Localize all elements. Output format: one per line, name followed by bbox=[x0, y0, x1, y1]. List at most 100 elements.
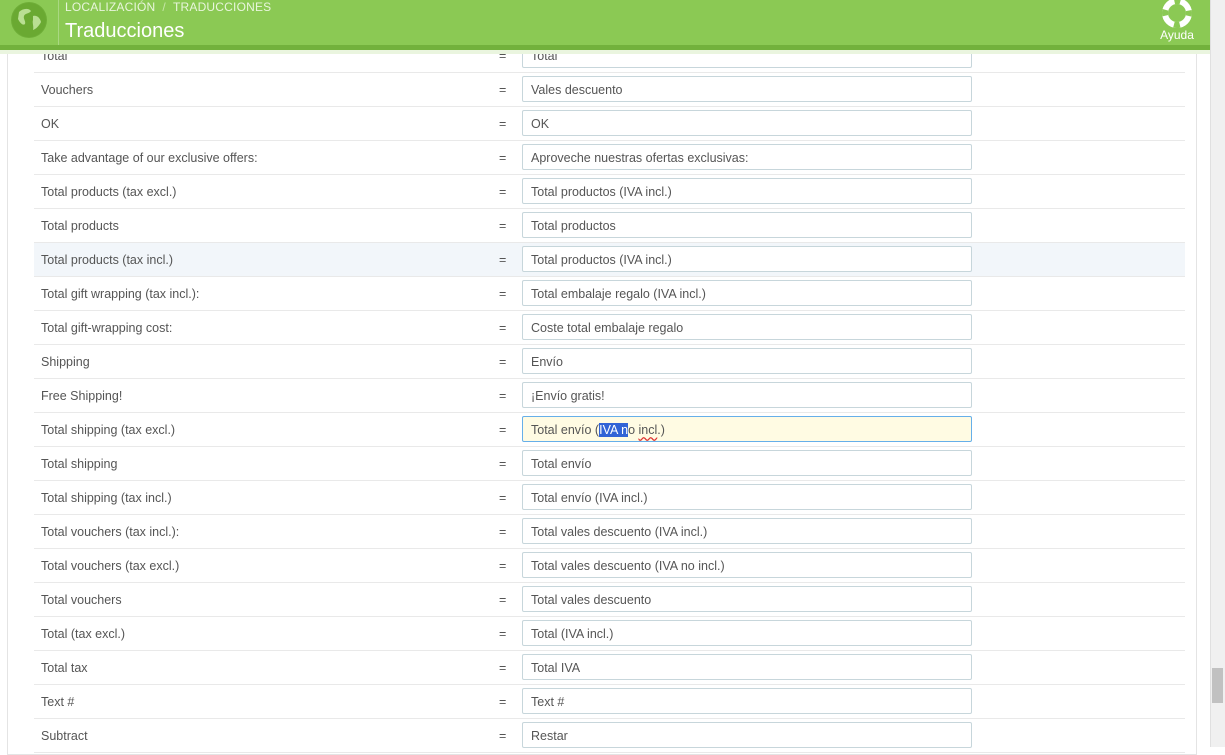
help-button[interactable]: Ayuda bbox=[1156, 0, 1198, 42]
source-string: Text # bbox=[41, 695, 75, 709]
translation-row: Total gift wrapping (tax incl.): = Total e… bbox=[34, 277, 1185, 311]
translation-input[interactable]: Total productos (IVA incl.) bbox=[522, 178, 972, 204]
equals-sign: = bbox=[499, 593, 507, 607]
equals-sign: = bbox=[499, 83, 507, 97]
equals-sign: = bbox=[499, 525, 507, 539]
equals-sign: = bbox=[499, 151, 507, 165]
translation-row: Total shipping (tax excl.) = Total envío (… bbox=[34, 413, 1185, 447]
equals-sign: = bbox=[499, 695, 507, 709]
source-string: Total products (tax incl.) bbox=[41, 253, 173, 267]
translation-input[interactable]: Total productos (IVA incl.) bbox=[522, 246, 972, 272]
source-string: Subtract bbox=[41, 729, 88, 743]
input-text: o bbox=[628, 423, 639, 437]
translation-row: Total shipping (tax incl.) = Total envío (… bbox=[34, 481, 1185, 515]
translation-row: Text # = Text # bbox=[34, 685, 1185, 719]
equals-sign: = bbox=[499, 423, 507, 437]
translation-input[interactable]: Text # bbox=[522, 688, 972, 714]
source-string: Total products (tax excl.) bbox=[41, 185, 177, 199]
source-string: Total vouchers (tax excl.) bbox=[41, 559, 180, 573]
equals-sign: = bbox=[499, 457, 507, 471]
translation-row: Total products = Total productos bbox=[34, 209, 1185, 243]
translation-input[interactable]: Total vales descuento (IVA incl.) bbox=[522, 518, 972, 544]
translation-input[interactable]: Total vales descuento (IVA no incl.) bbox=[522, 552, 972, 578]
translation-row: Total shipping = Total envío bbox=[34, 447, 1185, 481]
translation-input[interactable]: Restar bbox=[522, 722, 972, 748]
translation-input-focused[interactable]: Total envío (IVA no incl.) bbox=[522, 416, 972, 442]
breadcrumb: LOCALIZACIÓN / TRADUCCIONES bbox=[65, 0, 271, 14]
translation-input[interactable]: ¡Envío gratis! bbox=[522, 382, 972, 408]
translation-row: Total vouchers = Total vales descuento bbox=[34, 583, 1185, 617]
input-text: .) bbox=[657, 423, 665, 437]
source-string: Total (tax excl.) bbox=[41, 627, 126, 641]
scrollbar-thumb[interactable] bbox=[1212, 668, 1223, 703]
translation-row: Total vouchers (tax excl.) = Total vales d… bbox=[34, 549, 1185, 583]
source-string: Shipping bbox=[41, 355, 90, 369]
equals-sign: = bbox=[499, 559, 507, 573]
scrollbar-track[interactable] bbox=[1210, 0, 1225, 747]
translation-row: Total vouchers (tax incl.): = Total vales … bbox=[34, 515, 1185, 549]
breadcrumb-localization[interactable]: LOCALIZACIÓN bbox=[65, 0, 155, 14]
breadcrumb-translations[interactable]: TRADUCCIONES bbox=[173, 0, 271, 14]
source-string: Total gift-wrapping cost: bbox=[41, 321, 173, 335]
translations-panel: Total = Total Vouchers = Vales descuento OK = OK… bbox=[7, 39, 1197, 755]
source-string: Total shipping (tax excl.) bbox=[41, 423, 176, 437]
page-header: LOCALIZACIÓN / TRADUCCIONES Traducciones A… bbox=[0, 0, 1210, 50]
equals-sign: = bbox=[499, 627, 507, 641]
equals-sign: = bbox=[499, 729, 507, 743]
source-string: Total shipping bbox=[41, 457, 118, 471]
translation-row: Vouchers = Vales descuento bbox=[34, 73, 1185, 107]
globe-icon bbox=[11, 2, 47, 38]
translation-input[interactable]: Total envío (IVA incl.) bbox=[522, 484, 972, 510]
equals-sign: = bbox=[499, 491, 507, 505]
translation-input[interactable]: Total embalaje regalo (IVA incl.) bbox=[522, 280, 972, 306]
spellcheck-flag: incl bbox=[638, 423, 658, 437]
lifebuoy-icon bbox=[1162, 0, 1192, 28]
source-string: Total tax bbox=[41, 661, 88, 675]
source-string: Total gift wrapping (tax incl.): bbox=[41, 287, 200, 301]
translation-row: OK = OK bbox=[34, 107, 1185, 141]
equals-sign: = bbox=[499, 219, 507, 233]
source-string: Total shipping (tax incl.) bbox=[41, 491, 172, 505]
page-title: Traducciones bbox=[65, 20, 185, 42]
equals-sign: = bbox=[499, 287, 507, 301]
translation-input[interactable]: Total envío bbox=[522, 450, 972, 476]
header-underline bbox=[0, 50, 1210, 54]
source-string: Total products bbox=[41, 219, 119, 233]
translation-input[interactable]: Total productos bbox=[522, 212, 972, 238]
equals-sign: = bbox=[499, 253, 507, 267]
translation-row: Take advantage of our exclusive offers: =… bbox=[34, 141, 1185, 175]
translations-list: Total = Total Vouchers = Vales descuento OK = OK… bbox=[34, 39, 1185, 753]
translation-row: Total (tax excl.) = Total (IVA incl.) bbox=[34, 617, 1185, 651]
translation-row: Shipping = Envío bbox=[34, 345, 1185, 379]
translation-row: Total products (tax incl.) = Total product… bbox=[34, 243, 1185, 277]
translation-input[interactable]: Envío bbox=[522, 348, 972, 374]
translation-row: Total tax = Total IVA bbox=[34, 651, 1185, 685]
equals-sign: = bbox=[499, 185, 507, 199]
translation-row: Free Shipping! = ¡Envío gratis! bbox=[34, 379, 1185, 413]
translation-row: Total products (tax excl.) = Total product… bbox=[34, 175, 1185, 209]
help-label: Ayuda bbox=[1160, 28, 1194, 42]
source-string: OK bbox=[41, 117, 60, 131]
source-string: Vouchers bbox=[41, 83, 94, 97]
translation-input[interactable]: Coste total embalaje regalo bbox=[522, 314, 972, 340]
translation-row: Total gift-wrapping cost: = Coste total em… bbox=[34, 311, 1185, 345]
translation-input[interactable]: OK bbox=[522, 110, 972, 136]
header-separator bbox=[58, 0, 59, 45]
equals-sign: = bbox=[499, 355, 507, 369]
source-string: Total vouchers (tax incl.): bbox=[41, 525, 180, 539]
input-text: Total envío ( bbox=[531, 423, 600, 437]
equals-sign: = bbox=[499, 661, 507, 675]
selected-text: IVA n bbox=[599, 423, 629, 437]
translation-input[interactable]: Total IVA bbox=[522, 654, 972, 680]
source-string: Total vouchers bbox=[41, 593, 122, 607]
translation-input[interactable]: Vales descuento bbox=[522, 76, 972, 102]
translation-input[interactable]: Total vales descuento bbox=[522, 586, 972, 612]
source-string: Take advantage of our exclusive offers: bbox=[41, 151, 258, 165]
equals-sign: = bbox=[499, 117, 507, 131]
translation-row: Subtract = Restar bbox=[34, 719, 1185, 753]
translation-input[interactable]: Total (IVA incl.) bbox=[522, 620, 972, 646]
equals-sign: = bbox=[499, 321, 507, 335]
translation-input[interactable]: Aproveche nuestras ofertas exclusivas: bbox=[522, 144, 972, 170]
source-string: Free Shipping! bbox=[41, 389, 123, 403]
equals-sign: = bbox=[499, 389, 507, 403]
